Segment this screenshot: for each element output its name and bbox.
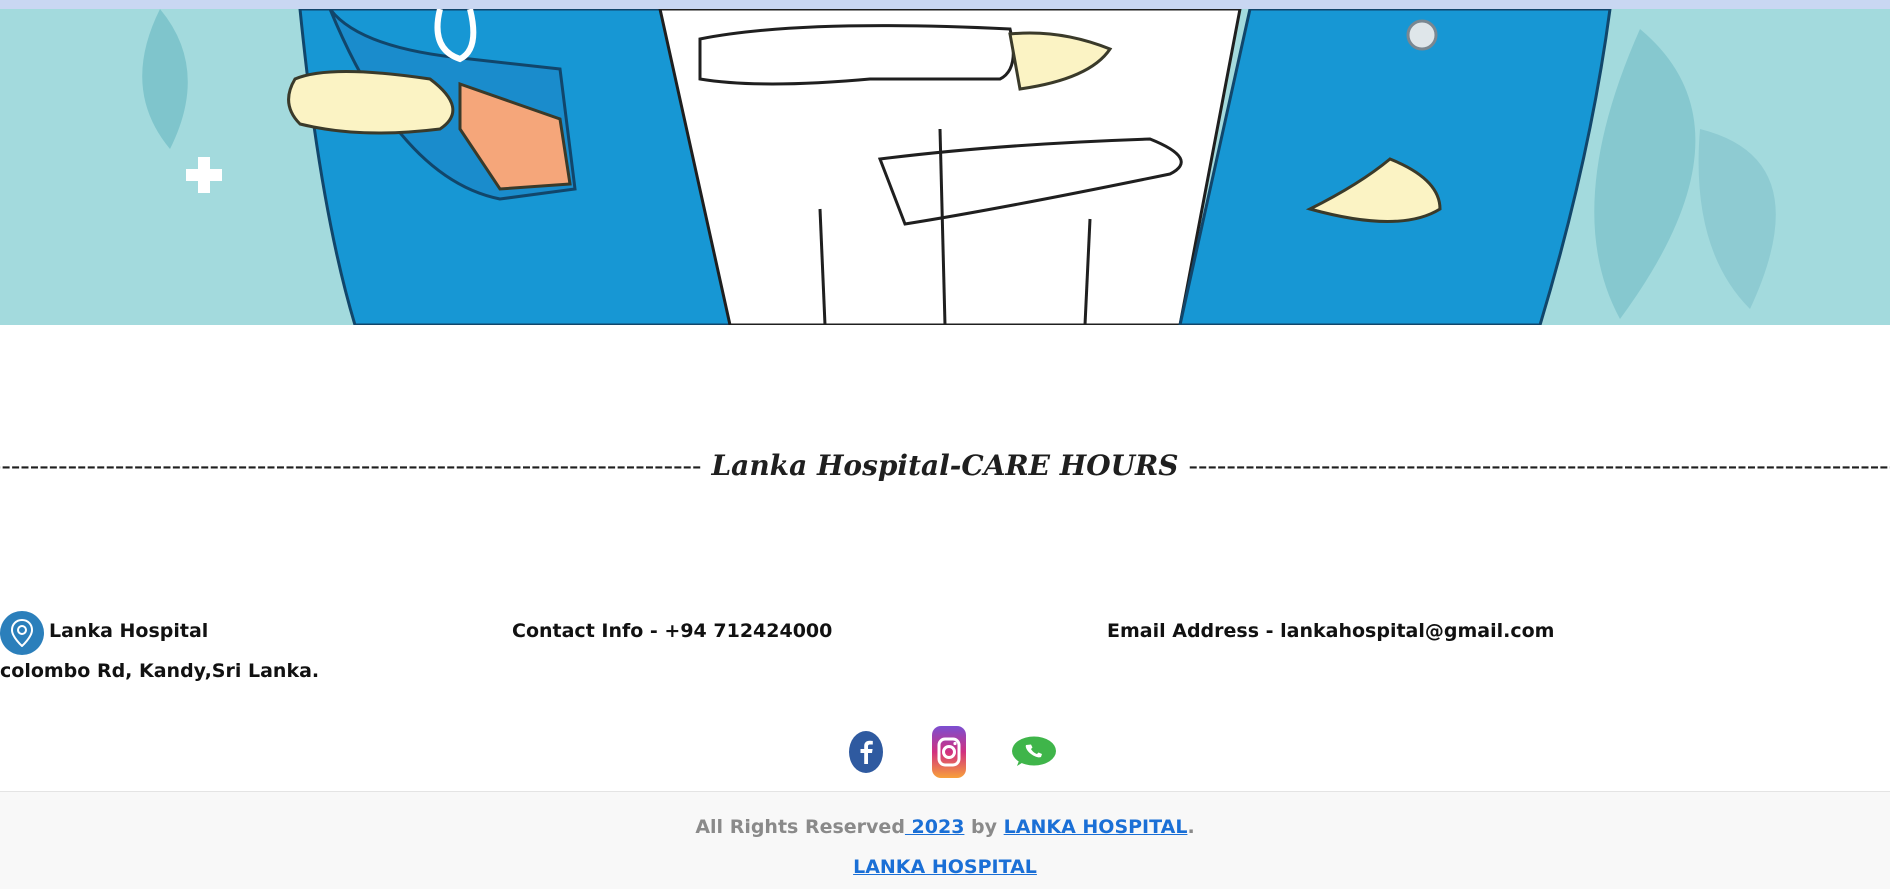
brand-link[interactable]: LANKA HOSPITAL — [1004, 816, 1188, 838]
hero-banner-image — [0, 9, 1890, 325]
care-hours-heading: ----------------------------------------… — [0, 440, 1890, 490]
contact-phone: Contact Info - +94 712424000 — [512, 620, 833, 642]
location-pin-icon — [0, 611, 44, 655]
site-footer: All Rights Reserved 2023 by LANKA HOSPIT… — [0, 791, 1890, 889]
hospital-address: colombo Rd, Kandy,Sri Lanka. — [0, 660, 320, 682]
period-text: . — [1187, 816, 1195, 838]
brand-link-bottom[interactable]: LANKA HOSPITAL — [853, 856, 1037, 878]
year-link[interactable]: 2023 — [905, 816, 965, 838]
brand-link-row: LANKA HOSPITAL — [0, 856, 1890, 878]
contact-email: Email Address - lankahospital@gmail.com — [1107, 620, 1555, 642]
rights-text: All Rights Reserved — [695, 816, 905, 838]
hospital-name: Lanka Hospital — [49, 620, 209, 642]
browser-top-strip — [0, 0, 1890, 9]
divider-left: ----------------------------------------… — [0, 448, 702, 482]
doctors-illustration — [0, 9, 1890, 325]
copyright-line: All Rights Reserved 2023 by LANKA HOSPIT… — [0, 816, 1890, 838]
divider-right: ----------------------------------------… — [1188, 448, 1890, 482]
whatsapp-icon[interactable] — [1011, 736, 1057, 788]
care-hours-title: Lanka Hospital-CARE HOURS — [711, 448, 1179, 482]
facebook-icon[interactable] — [848, 730, 884, 782]
instagram-icon[interactable] — [931, 725, 967, 778]
by-text: by — [964, 816, 1004, 838]
